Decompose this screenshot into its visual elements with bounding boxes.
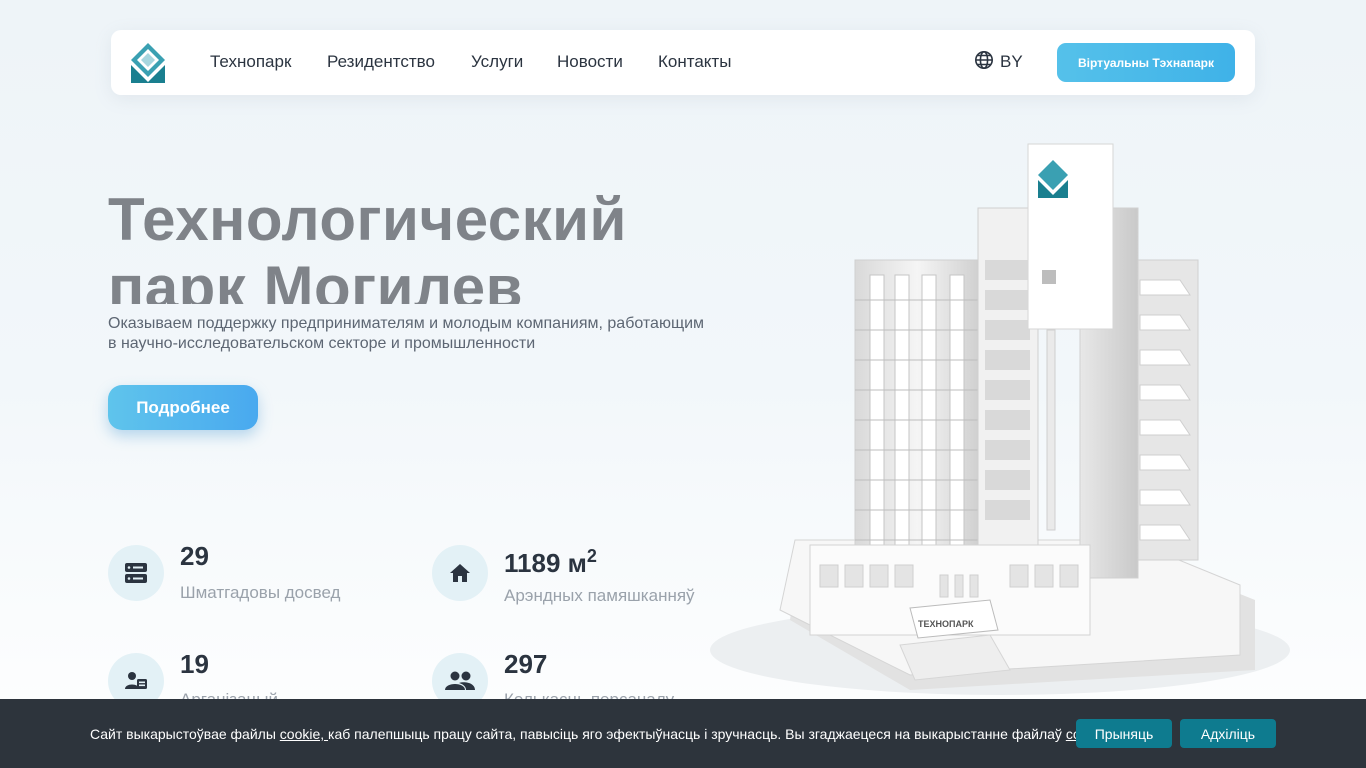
nav-item-technopark[interactable]: Технопарк [210,52,291,72]
language-label: BY [1000,52,1023,71]
stat-organizations-value: 19 [180,649,209,679]
stat-personnel-value: 297 [504,649,548,679]
hero-title-line-1: Технологический [108,186,627,253]
cookie-text-part-1: Сайт выкарыстоўвае файлы [90,726,280,742]
stat-area-value: 1189 м2 [504,541,597,578]
more-button[interactable]: Подробнее [108,385,258,430]
hero-title-line-2: парк Могилев [108,254,524,304]
server-icon [108,545,164,601]
hero-subtitle-line-2: в научно-исследовательском секторе и про… [108,335,536,352]
cookie-link-1[interactable]: cookie, [280,726,328,742]
technopark-logo[interactable] [131,43,165,83]
nav-item-contacts[interactable]: Контакты [658,52,731,72]
stat-experience-label: Шматгадовы досвед [180,583,341,602]
nav-item-residency[interactable]: Резидентство [327,52,435,72]
hero-subtitle-line-1: Оказываем поддержку предпринимателям и м… [108,315,705,332]
stat-area-unit-sup: 2 [586,546,597,566]
technopark-building-illustration: ТЕХНОПАРК [700,130,1300,700]
cookie-text-part-2: каб палепшыць працу сайта, павысіць яго … [328,726,1066,742]
home-icon [432,545,488,601]
language-switcher[interactable]: BY [974,50,1023,74]
nav-item-news[interactable]: Новости [557,52,623,72]
top-navbar: Технопарк Резидентство Услуги Новости Ко… [111,30,1255,95]
building-sign-text: ТЕХНОПАРК [918,619,974,629]
stat-experience-value: 29 [180,541,209,571]
virtual-technopark-button[interactable]: Віртуальны Тэхнапарк [1057,43,1235,82]
hero-title: Технологический парк Могилев [108,180,748,304]
stat-area-label: Арэндных памяшканняў [504,586,695,605]
cookie-message: Сайт выкарыстоўвае файлы cookie, каб пал… [90,725,1110,743]
nav-item-services[interactable]: Услуги [471,52,523,72]
stat-area-number: 1189 м [504,548,587,578]
cookie-consent-bar: Сайт выкарыстоўвае файлы cookie, каб пал… [0,699,1366,768]
globe-icon [974,50,994,75]
hero-subtitle: Оказываем поддержку предпринимателям и м… [108,314,748,354]
cookie-accept-button[interactable]: Прыняць [1076,719,1172,748]
cookie-decline-button[interactable]: Адхіліць [1180,719,1276,748]
